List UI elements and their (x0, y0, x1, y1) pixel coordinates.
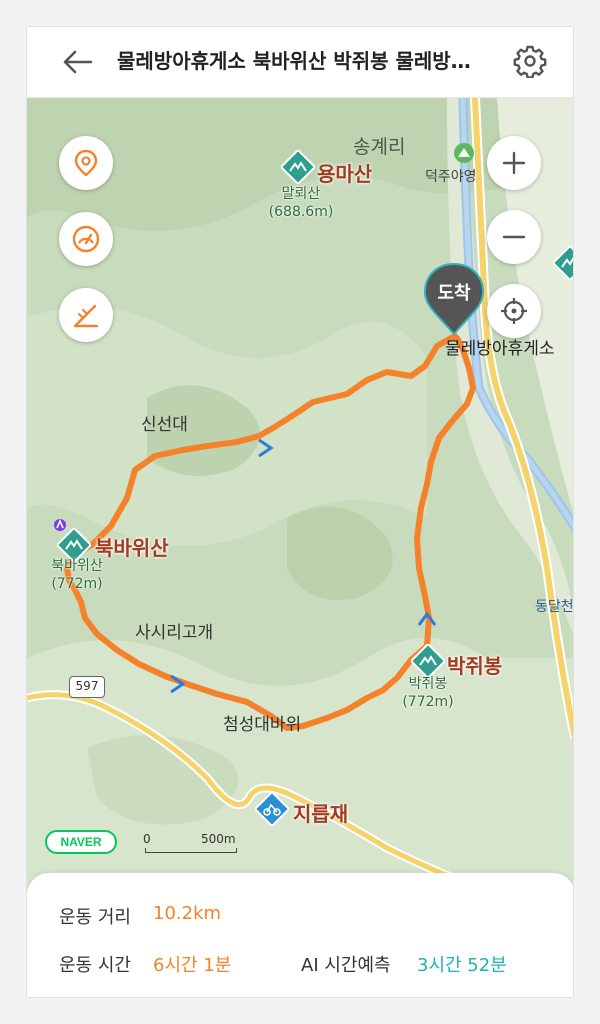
ai-time-label: AI 시간예측 (301, 955, 391, 976)
naver-logo: NAVER (45, 830, 117, 854)
arrival-marker[interactable]: 도착 (423, 262, 485, 336)
peak-name-jireupjae: 지릅재 (293, 802, 349, 826)
peak-elevation-bakjwibong: (772m) (402, 694, 454, 710)
peak-name-bukbawisan: 북바위산 (95, 536, 169, 560)
pass-icon (255, 792, 289, 826)
plus-icon (502, 151, 526, 175)
distance-value: 10.2km (153, 903, 222, 924)
place-label-sinseondae: 신선대 (141, 415, 188, 435)
scale-zero-label: 0 (143, 832, 151, 846)
zoom-in-button[interactable] (487, 136, 541, 190)
scale-line (145, 848, 237, 853)
place-label-cheomseongdaebawi: 첨성대바위 (223, 715, 302, 735)
mountain-icon (553, 246, 573, 280)
place-label-deokju-campsite: 덕주야영 (425, 169, 477, 185)
exercise-time-label: 운동 시간 (59, 955, 131, 976)
exercise-time-value: 6시간 1분 (153, 955, 232, 976)
start-marker-icon (54, 518, 66, 531)
peak-subname-bakjwibong: 박쥐봉 (408, 676, 448, 692)
minus-icon (502, 235, 526, 239)
peak-subname-malloesan: 말뢰산 (281, 186, 321, 202)
ai-time-value: 3시간 52분 (417, 955, 507, 976)
peak-elevation-bukbawisan: (772m) (51, 576, 103, 592)
header-bar: 물레방아휴게소 북바위산 박쥐봉 물레방아휴게소 (27, 27, 573, 98)
peak-elevation-malloesan: (688.6m) (268, 204, 334, 220)
arrival-label: 도착 (437, 283, 471, 304)
speedometer-icon (72, 225, 100, 253)
peak-name-bakjwibong: 박쥐봉 (447, 654, 503, 678)
route-direction-arrow (170, 674, 186, 694)
mountain-icon (281, 150, 315, 184)
road-number-badge: 597 (69, 676, 105, 698)
map-view[interactable]: 송계리 덕주야영 물레방아휴게소 신선대 사시리고개 첨성대바위 동달천 597… (27, 98, 574, 898)
scale-distance-label: 500m (201, 832, 236, 846)
peak-name-yongmasan: 용마산 (317, 162, 373, 186)
app-frame: 물레방아휴게소 북바위산 박쥐봉 물레방아휴게소 (26, 26, 574, 998)
mountain-icon (411, 644, 445, 678)
stats-panel: 운동 거리 10.2km 운동 시간 6시간 1분 AI 시간예측 3시간 52… (27, 873, 573, 997)
peak-subname-bukbawisan: 북바위산 (51, 558, 103, 574)
route-direction-arrow (417, 611, 437, 626)
slope-icon (73, 304, 99, 328)
campsite-icon (454, 143, 474, 163)
arrow-left-icon[interactable] (61, 49, 93, 75)
place-label-songgyeri: 송계리 (353, 136, 406, 158)
map-scale-bar: 0 500m (143, 832, 253, 856)
location-pin-icon (74, 149, 98, 177)
place-label-mullebanga-rest: 물레방아휴게소 (445, 339, 555, 359)
page-title: 물레방아휴게소 북바위산 박쥐봉 물레방아휴게소 (117, 49, 477, 73)
mountain-icon (57, 528, 91, 562)
route-direction-arrow (258, 438, 274, 458)
location-pin-button[interactable] (59, 136, 113, 190)
current-location-button[interactable] (487, 284, 541, 338)
place-label-sasirigogae: 사시리고개 (135, 623, 214, 643)
slope-button[interactable] (59, 288, 113, 342)
place-label-dongdalcheon: 동달천 (535, 599, 574, 615)
zoom-out-button[interactable] (487, 210, 541, 264)
distance-label: 운동 거리 (59, 907, 131, 928)
crosshair-icon (501, 298, 527, 324)
gear-icon[interactable] (513, 44, 547, 78)
speedometer-button[interactable] (59, 212, 113, 266)
